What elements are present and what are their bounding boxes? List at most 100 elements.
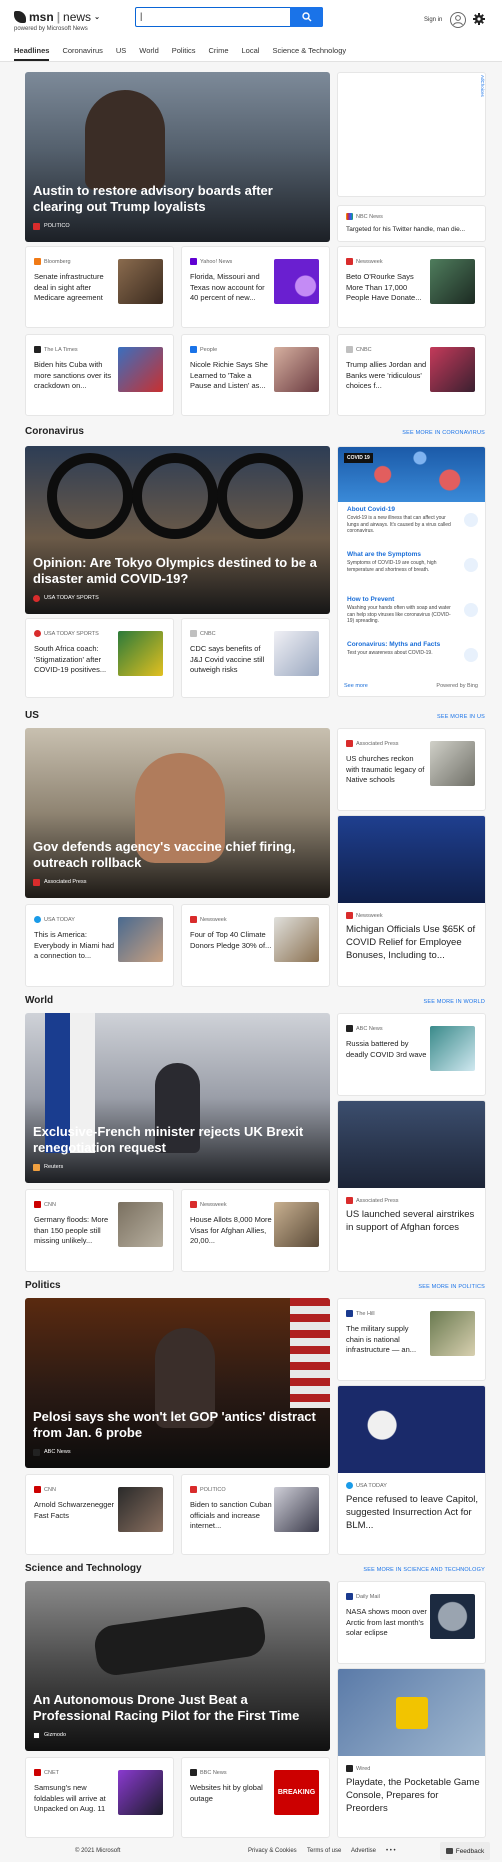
news-card-large[interactable]: Newsweek Michigan Officials Use $65K of … — [337, 815, 486, 987]
tab-us[interactable]: US — [116, 46, 126, 61]
chevron-down-icon[interactable]: ⌄ — [94, 13, 100, 21]
msn-logo[interactable]: msn | news ⌄ — [14, 10, 100, 24]
thermometer-icon — [464, 558, 478, 572]
advertise-link[interactable]: Advertise — [351, 1848, 376, 1854]
thumbnail — [118, 631, 163, 676]
covid-info-panel: COVID 19 About Covid-19 Covid-19 is a ne… — [337, 446, 486, 697]
ad-slot[interactable]: AdChoices — [337, 72, 486, 197]
thumbnail — [274, 1202, 319, 1247]
news-card[interactable]: CNBC Trump allies Jordan and Banks were … — [337, 334, 486, 416]
news-card[interactable]: Newsweek Beto O'Rourke Says More Than 17… — [337, 246, 486, 328]
hero-title: Exclusive-French minister rejects UK Bre… — [33, 1124, 304, 1155]
news-card[interactable]: Daily Mail NASA shows moon over Arctic f… — [337, 1581, 486, 1664]
politics-hero-card[interactable]: Pelosi says she won't let GOP 'antics' d… — [25, 1298, 330, 1468]
tab-world[interactable]: World — [139, 46, 158, 61]
thumbnail — [430, 1026, 475, 1071]
news-card-large[interactable]: USA TODAY Pence refused to leave Capitol… — [337, 1385, 486, 1555]
news-card[interactable]: CNBC CDC says benefits of J&J Covid vacc… — [181, 618, 330, 698]
hero-photo — [85, 90, 165, 190]
news-card[interactable]: CNN Arnold Schwarzenegger Fast Facts — [25, 1474, 174, 1555]
news-card[interactable]: CNET Samsung's new foldables will arrive… — [25, 1757, 174, 1838]
news-card[interactable]: The LA Times Biden hits Cuba with more s… — [25, 334, 174, 416]
thumbnail — [274, 631, 319, 676]
pence-photo — [338, 1386, 485, 1473]
thumbnail — [430, 259, 475, 304]
top-header: msn | news ⌄ powered by Microsoft News |… — [0, 0, 502, 62]
headline-side-card[interactable]: NBC News Targeted for his Twitter handle… — [337, 205, 486, 242]
hero-title: An Autonomous Drone Just Beat a Professi… — [33, 1692, 300, 1723]
category-nav: Headlines Coronavirus US World Politics … — [14, 46, 359, 61]
news-card[interactable]: ABC News Russia battered by deadly COVID… — [337, 1013, 486, 1096]
ad-choices[interactable]: AdChoices — [480, 75, 485, 97]
news-card[interactable]: Bloomberg Senate infrastructure deal in … — [25, 246, 174, 328]
hero-title: Pelosi says she won't let GOP 'antics' d… — [33, 1409, 316, 1440]
section-heading: US — [25, 710, 39, 721]
covid-see-more-link[interactable]: See more — [344, 683, 368, 689]
terms-link[interactable]: Terms of use — [307, 1848, 341, 1854]
nbc-icon — [346, 213, 353, 220]
search-button[interactable] — [290, 7, 323, 27]
covid-info-myths[interactable]: Coronavirus: Myths and Facts Test your a… — [341, 637, 484, 677]
feedback-icon — [445, 1848, 453, 1854]
tab-headlines[interactable]: Headlines — [14, 46, 50, 61]
tab-local[interactable]: Local — [242, 46, 260, 61]
tab-politics[interactable]: Politics — [172, 46, 196, 61]
news-card[interactable]: USA TODAY SPORTS South Africa coach: 'St… — [25, 618, 174, 698]
thumbnail — [430, 1594, 475, 1639]
powered-by: powered by Microsoft News — [14, 26, 88, 32]
see-more-link[interactable]: SEE MORE IN POLITICS — [380, 1284, 485, 1290]
tab-crime[interactable]: Crime — [209, 46, 229, 61]
info-icon — [464, 513, 478, 527]
news-card[interactable]: USA TODAY This is America: Everybody in … — [25, 904, 174, 987]
thumbnail — [430, 1311, 475, 1356]
see-more-link[interactable]: SEE MORE IN WORLD — [380, 999, 485, 1005]
more-options-icon[interactable]: • • • — [386, 1848, 396, 1854]
breaking-label: BREAKING — [277, 1789, 316, 1796]
news-card-large[interactable]: Wired Playdate, the Pocketable Game Cons… — [337, 1668, 486, 1838]
thumbnail — [430, 741, 475, 786]
headline-hero-card[interactable]: Austin to restore advisory boards after … — [25, 72, 330, 242]
see-more-link[interactable]: SEE MORE IN SCIENCE AND TECHNOLOGY — [330, 1567, 485, 1573]
news-card[interactable]: CNN Germany floods: More than 150 people… — [25, 1189, 174, 1272]
press-briefing-photo — [338, 1101, 485, 1188]
tab-science-technology[interactable]: Science & Technology — [272, 46, 346, 61]
privacy-link[interactable]: Privacy & Cookies — [248, 1848, 297, 1854]
news-card-large[interactable]: Associated Press US launched several air… — [337, 1100, 486, 1272]
gear-icon[interactable] — [473, 13, 485, 25]
tab-coronavirus[interactable]: Coronavirus — [62, 46, 102, 61]
covid-info-prevent[interactable]: How to Prevent Washing your hands often … — [341, 592, 484, 632]
see-more-link[interactable]: SEE MORE IN CORONAVIRUS — [380, 430, 485, 436]
covid-info-symptoms[interactable]: What are the Symptoms Symptoms of COVID-… — [341, 547, 484, 587]
see-more-link[interactable]: SEE MORE IN US — [380, 714, 485, 720]
thumbnail — [430, 347, 475, 392]
hero-title: Opinion: Are Tokyo Olympics destined to … — [33, 555, 317, 586]
news-card[interactable]: Newsweek House Allots 8,000 More Visas f… — [181, 1189, 330, 1272]
msn-bird-icon — [14, 11, 26, 23]
thumbnail — [118, 259, 163, 304]
news-card[interactable]: The Hill The military supply chain is na… — [337, 1298, 486, 1381]
thumbnail — [118, 1202, 163, 1247]
news-card[interactable]: Yahoo! News Florida, Missouri and Texas … — [181, 246, 330, 328]
feedback-button[interactable]: Feedback — [440, 1842, 490, 1860]
covid-info-about[interactable]: About Covid-19 Covid-19 is a new illness… — [341, 502, 484, 542]
thumbnail — [274, 917, 319, 962]
sign-in-link[interactable]: Sign in — [424, 17, 442, 23]
scitech-hero-card[interactable]: An Autonomous Drone Just Beat a Professi… — [25, 1581, 330, 1751]
handwash-icon — [464, 603, 478, 617]
playdate-photo — [338, 1669, 485, 1756]
coronavirus-hero-card[interactable]: Opinion: Are Tokyo Olympics destined to … — [25, 446, 330, 614]
news-card[interactable]: POLITICO Biden to sanction Cuban officia… — [181, 1474, 330, 1555]
news-card[interactable]: Associated Press US churches reckon with… — [337, 728, 486, 811]
thumbnail — [274, 1487, 319, 1532]
thumbnail — [118, 1770, 163, 1815]
avatar-icon[interactable] — [450, 12, 466, 28]
news-card[interactable]: Newsweek Four of Top 40 Climate Donors P… — [181, 904, 330, 987]
news-card[interactable]: People Nicole Richie Says She Learned to… — [181, 334, 330, 416]
us-hero-card[interactable]: Gov defends agency's vaccine chief firin… — [25, 728, 330, 898]
world-hero-card[interactable]: Exclusive-French minister rejects UK Bre… — [25, 1013, 330, 1183]
thumbnail — [118, 917, 163, 962]
section-heading: Coronavirus — [25, 426, 84, 437]
hero-title: Gov defends agency's vaccine chief firin… — [33, 839, 296, 870]
news-card[interactable]: BBC News Websites hit by global outage B… — [181, 1757, 330, 1838]
section-heading: Science and Technology — [25, 1563, 142, 1574]
